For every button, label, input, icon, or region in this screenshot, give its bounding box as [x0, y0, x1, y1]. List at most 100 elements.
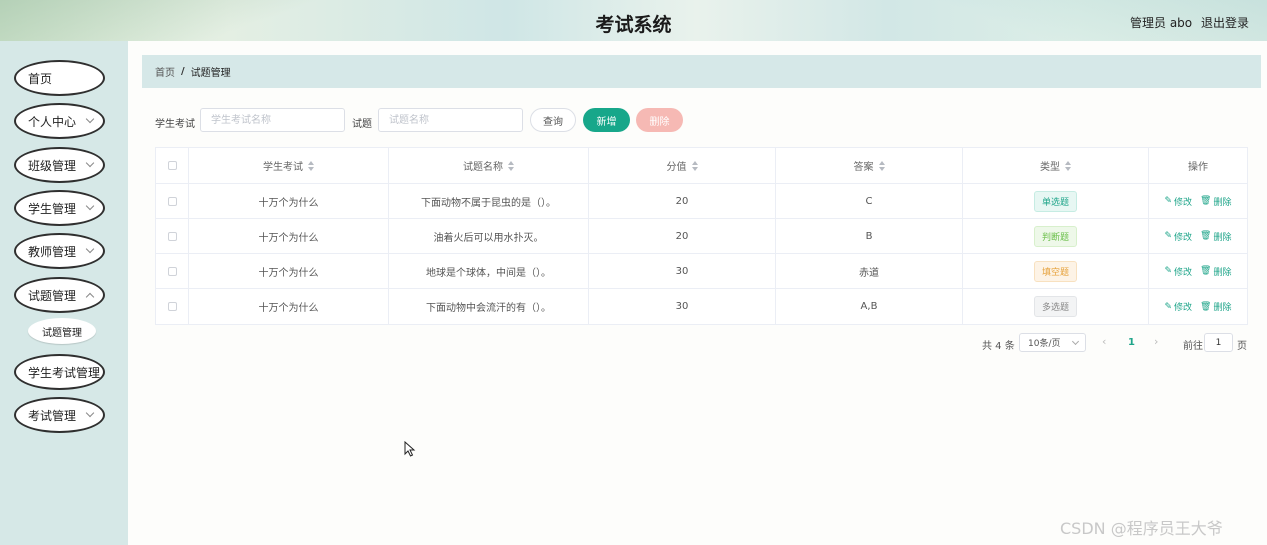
column-header-score[interactable]: 分值 — [589, 148, 776, 183]
column-header-actions: 操作 — [1188, 162, 1208, 173]
cell-question: 下面动物不属于昆虫的是（）。 — [389, 184, 589, 218]
column-header-answer[interactable]: 答案 — [776, 148, 963, 183]
questions-table: 学生考试 试题名称 分值 答案 类型 操作 十万个为什么 下面动物不属于昆虫的是… — [155, 147, 1248, 325]
cell-answer: B — [776, 219, 963, 253]
type-tag: 单选题 — [1033, 190, 1077, 212]
cell-exam: 十万个为什么 — [189, 254, 389, 288]
sort-icon[interactable] — [1065, 160, 1071, 171]
edit-button[interactable]: ✎ 修改 — [1164, 265, 1192, 278]
cell-question: 下面动物中会流汗的有（）。 — [389, 289, 589, 324]
row-checkbox[interactable] — [167, 302, 177, 311]
sidebar-item-label: 班级管理 — [28, 158, 77, 173]
cell-answer: 赤道 — [776, 254, 963, 288]
cell-score: 30 — [589, 254, 776, 288]
exam-search-input[interactable] — [200, 108, 345, 132]
chevron-down-icon — [85, 114, 95, 124]
cell-question: 油着火后可以用水扑灭。 — [389, 219, 589, 253]
watermark: CSDN @程序员王大爷 — [1060, 519, 1223, 538]
edit-button[interactable]: ✎ 修改 — [1164, 195, 1192, 208]
cell-answer: C — [776, 184, 963, 218]
trash-icon: 🗑 — [1200, 231, 1212, 241]
chevron-down-icon — [85, 201, 95, 211]
query-button[interactable]: 查询 — [530, 108, 576, 132]
trash-icon: 🗑 — [1200, 196, 1212, 206]
table-row: 十万个为什么 下面动物中会流汗的有（）。 30 A,B 多选题 ✎ 修改 🗑 删除 — [156, 289, 1247, 324]
goto-page-input[interactable] — [1204, 333, 1233, 352]
row-checkbox[interactable] — [167, 231, 177, 241]
type-tag: 判断题 — [1033, 225, 1077, 247]
submenu-item-questions[interactable]: 试题管理 — [28, 318, 96, 344]
chevron-down-icon — [1071, 337, 1080, 346]
sidebar-item-class[interactable]: 班级管理 — [14, 147, 105, 183]
sidebar-item-label: 学生考试管理 — [28, 365, 101, 380]
goto-label: 前往 — [1183, 341, 1203, 352]
table-row: 十万个为什么 油着火后可以用水扑灭。 20 B 判断题 ✎ 修改 🗑 删除 — [156, 219, 1247, 254]
cell-score: 20 — [589, 184, 776, 218]
sidebar-item-home[interactable]: 首页 — [14, 60, 105, 96]
page-size-select[interactable]: 10条/页 — [1019, 333, 1086, 352]
sort-icon[interactable] — [308, 160, 314, 171]
chevron-up-icon — [85, 292, 95, 302]
row-checkbox[interactable] — [167, 196, 177, 206]
batch-delete-button[interactable]: 删除 — [636, 108, 683, 132]
logout-link[interactable]: 退出登录 — [1201, 14, 1249, 31]
sidebar-item-label: 试题管理 — [28, 288, 77, 303]
sidebar-item-label: 首页 — [28, 71, 53, 86]
page-number-current[interactable]: 1 — [1128, 337, 1135, 348]
delete-button[interactable]: 🗑 删除 — [1200, 265, 1231, 278]
sidebar-item-teacher[interactable]: 教师管理 — [14, 233, 105, 269]
exam-filter-label: 学生考试 — [155, 119, 195, 130]
column-header-question[interactable]: 试题名称 — [389, 148, 589, 183]
delete-button[interactable]: 🗑 删除 — [1200, 195, 1231, 208]
table-header-row: 学生考试 试题名称 分值 答案 类型 操作 — [156, 148, 1247, 184]
sort-icon[interactable] — [878, 160, 885, 171]
edit-icon: ✎ — [1164, 301, 1173, 312]
sidebar-item-student[interactable]: 学生管理 — [14, 190, 105, 226]
edit-icon: ✎ — [1164, 266, 1173, 276]
cell-exam: 十万个为什么 — [189, 289, 389, 324]
delete-button[interactable]: 🗑 删除 — [1200, 300, 1231, 314]
row-checkbox[interactable] — [167, 266, 177, 276]
pagination-total: 共 4 条 — [982, 341, 1015, 352]
chevron-down-icon — [85, 244, 95, 254]
cell-score: 20 — [589, 219, 776, 253]
sidebar-item-label: 教师管理 — [28, 244, 77, 259]
header-banner: 考试系统 管理员 abo 退出登录 — [0, 0, 1267, 41]
sidebar-item-student-exam[interactable]: 学生考试管理 — [14, 354, 105, 390]
cell-exam: 十万个为什么 — [189, 219, 389, 253]
prev-page-button[interactable]: ‹ — [1102, 335, 1106, 348]
next-page-button[interactable]: › — [1154, 335, 1158, 348]
sidebar-item-label: 学生管理 — [28, 201, 77, 216]
column-header-exam[interactable]: 学生考试 — [189, 148, 389, 183]
sort-icon[interactable] — [508, 160, 514, 171]
question-search-input[interactable] — [378, 108, 523, 132]
table-row: 十万个为什么 下面动物不属于昆虫的是（）。 20 C 单选题 ✎ 修改 🗑 删除 — [156, 184, 1247, 219]
add-button[interactable]: 新增 — [583, 108, 630, 132]
chevron-down-icon — [85, 408, 95, 418]
page-suffix-label: 页 — [1237, 341, 1247, 352]
sidebar-item-label: 考试管理 — [28, 408, 77, 423]
sidebar-item-questions[interactable]: 试题管理 — [14, 277, 105, 313]
sidebar-item-label: 个人中心 — [28, 114, 77, 129]
sort-icon[interactable] — [691, 160, 698, 171]
cell-score: 30 — [589, 289, 776, 324]
breadcrumb-current: 试题管理 — [190, 68, 231, 79]
sidebar-item-exam[interactable]: 考试管理 — [14, 397, 105, 433]
breadcrumb-home[interactable]: 首页 — [155, 64, 175, 79]
cell-exam: 十万个为什么 — [189, 184, 389, 218]
type-tag: 填空题 — [1033, 260, 1077, 282]
table-row: 十万个为什么 地球是个球体，中间是（）。 30 赤道 填空题 ✎ 修改 🗑 删除 — [156, 254, 1247, 289]
cell-question: 地球是个球体，中间是（）。 — [389, 254, 589, 288]
delete-button[interactable]: 🗑 删除 — [1200, 230, 1231, 243]
mouse-cursor-icon — [404, 441, 416, 457]
select-all-checkbox[interactable] — [167, 161, 177, 170]
column-header-type[interactable]: 类型 — [963, 148, 1149, 183]
edit-button[interactable]: ✎ 修改 — [1164, 230, 1192, 243]
edit-button[interactable]: ✎ 修改 — [1164, 300, 1192, 314]
breadcrumb-separator: / — [181, 66, 185, 77]
edit-icon: ✎ — [1164, 231, 1173, 241]
trash-icon: 🗑 — [1200, 301, 1212, 312]
type-tag: 多选题 — [1033, 296, 1077, 317]
sidebar-item-profile[interactable]: 个人中心 — [14, 103, 105, 139]
chevron-down-icon — [85, 158, 95, 168]
